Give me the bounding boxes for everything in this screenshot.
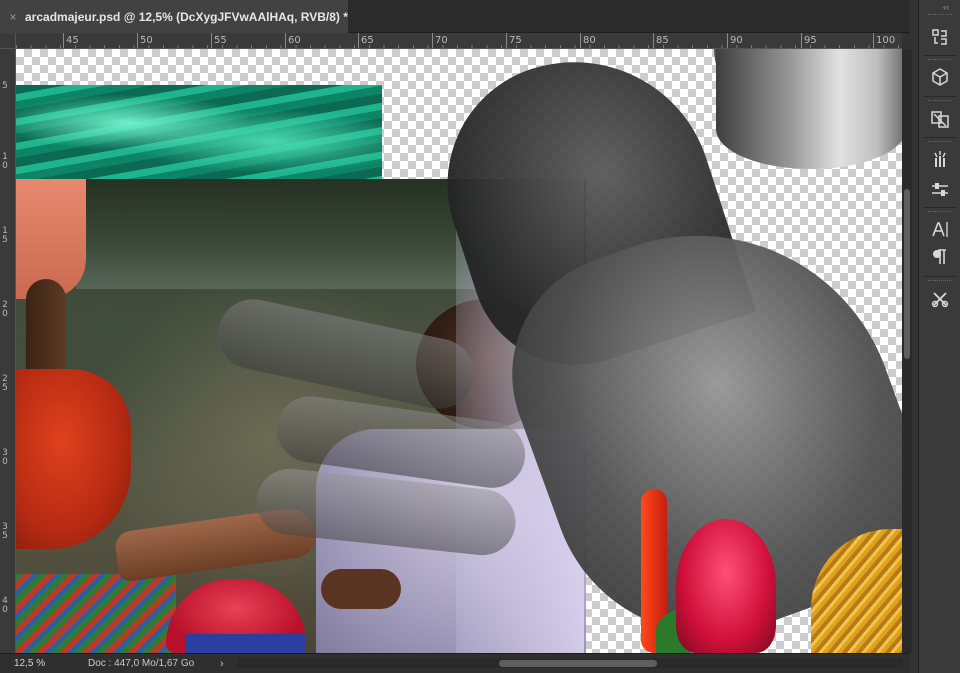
status-menu-arrow-icon[interactable]: ›	[220, 658, 234, 670]
3d-icon	[932, 68, 948, 86]
brushes-icon	[934, 151, 946, 167]
ruler-tick-label: 65	[358, 33, 374, 48]
document-size-info: Doc : 447,0 Mo/1,67 Go	[88, 658, 195, 669]
history-button[interactable]	[924, 24, 956, 50]
tool-presets-button[interactable]	[924, 286, 956, 312]
vertical-scrollbar[interactable]	[902, 49, 912, 653]
ruler-tick-label: 95	[801, 33, 817, 48]
flower-layer	[676, 519, 776, 653]
ruler-tick-label: 55	[211, 33, 227, 48]
ruler-tick-label: 100	[872, 33, 896, 48]
ruler-tick-label: 4 0	[2, 596, 8, 615]
zoom-level[interactable]: 12,5 %	[0, 658, 64, 669]
ruler-tick-label: 45	[63, 33, 79, 48]
cylinder-layer	[716, 49, 902, 169]
ruler-tick-label: 50	[137, 33, 153, 48]
layer-comps-icon	[931, 111, 949, 128]
photo-blue-cloth	[186, 634, 306, 653]
ruler-tick-label: 3 5	[2, 522, 8, 541]
document-tab-title: arcadmajeur.psd @ 12,5% (DcXygJFVwAAlHAq…	[25, 9, 348, 24]
ruler-tick-label: 60	[285, 33, 301, 48]
panel-grip[interactable]	[928, 59, 952, 61]
water-texture-layer	[16, 85, 382, 179]
document-canvas[interactable]	[16, 49, 902, 653]
vertical-scroll-thumb[interactable]	[904, 189, 910, 359]
character-icon	[932, 222, 948, 237]
panel-separator	[923, 207, 957, 208]
collapse-panels-icon[interactable]: ‹‹	[943, 2, 949, 12]
paragraph-button[interactable]	[924, 244, 956, 270]
ruler-tick-label: 70	[432, 33, 448, 48]
brushes-button[interactable]	[924, 146, 956, 172]
ruler-tick-label: 1 5	[2, 226, 8, 245]
ruler-tick-label: 90	[727, 33, 743, 48]
horizontal-scrollbar[interactable]	[237, 658, 903, 668]
history-icon	[932, 29, 947, 45]
document-tab-bar: × arcadmajeur.psd @ 12,5% (DcXygJFVwAAlH…	[0, 0, 910, 33]
panel-separator	[923, 276, 957, 277]
panel-grip[interactable]	[928, 100, 952, 102]
ruler-tick-label: 5	[2, 81, 8, 91]
vertical-ruler[interactable]: 5 1 0 1 5 2 0 2 5 3 0 3 5 4 0	[0, 49, 16, 653]
horizontal-scroll-thumb[interactable]	[499, 660, 657, 667]
adjustments-icon	[932, 183, 948, 196]
panel-grip[interactable]	[928, 211, 952, 213]
panel-grip[interactable]	[928, 141, 952, 143]
panel-separator	[923, 137, 957, 138]
ruler-tick-label: 1 0	[2, 152, 8, 171]
ruler-tick-label: 80	[580, 33, 596, 48]
status-bar: 12,5 % Doc : 447,0 Mo/1,67 Go ›	[0, 653, 910, 673]
panel-dock: ‹‹	[918, 0, 960, 673]
photo-hand	[321, 569, 401, 609]
ruler-tick-label: 3 0	[2, 448, 8, 467]
character-button[interactable]	[924, 216, 956, 242]
3d-button[interactable]	[924, 64, 956, 90]
panel-separator	[923, 96, 957, 97]
panel-grip[interactable]	[928, 14, 952, 16]
tool-presets-icon	[931, 292, 949, 308]
horizontal-ruler[interactable]: 45 50 55 60 65 70 75 80 85 90 95 100	[16, 33, 902, 49]
document-tab[interactable]: × arcadmajeur.psd @ 12,5% (DcXygJFVwAAlH…	[0, 0, 348, 33]
ruler-tick-label: 85	[653, 33, 669, 48]
ruler-origin[interactable]	[0, 33, 16, 49]
layer-comps-button[interactable]	[924, 106, 956, 132]
panel-grip[interactable]	[928, 280, 952, 282]
ruler-tick-label: 2 0	[2, 300, 8, 319]
paragraph-icon	[933, 249, 946, 264]
adjustments-button[interactable]	[924, 176, 956, 202]
close-tab-icon[interactable]: ×	[6, 10, 20, 24]
ruler-tick-label: 2 5	[2, 374, 8, 393]
ruler-tick-label: 75	[506, 33, 522, 48]
panel-separator	[923, 55, 957, 56]
photo-mat	[16, 574, 176, 653]
